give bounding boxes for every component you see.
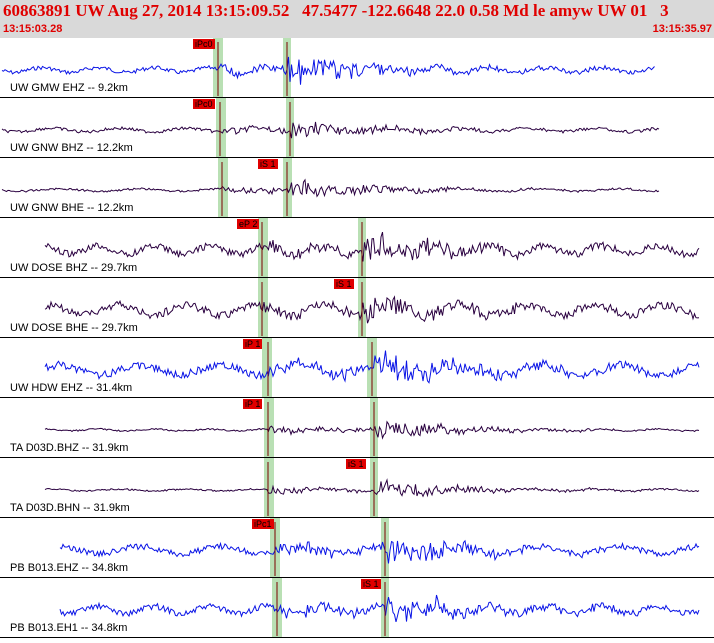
end-time: 13:15:35.97: [652, 23, 712, 35]
waveform-trace: [59, 539, 700, 564]
phase-pick-tag[interactable]: iPc1: [252, 519, 274, 529]
waveform-trace: [1, 56, 655, 85]
phase-pick-tag[interactable]: iPc0: [193, 39, 215, 49]
seismogram-canvas[interactable]: [0, 38, 714, 638]
phase-pick-tag[interactable]: iS 1: [361, 579, 381, 589]
channel-label: TA D03D.BHZ -- 31.9km: [10, 442, 129, 454]
phase-pick-tag[interactable]: iP 1: [243, 399, 263, 409]
waveform-trace: [44, 295, 700, 324]
pick-window-shade: [216, 98, 226, 158]
channel-label: TA D03D.BHN -- 31.9km: [10, 502, 130, 514]
pick-window-shade: [218, 158, 228, 218]
waveform-trace: [44, 231, 700, 262]
channel-label: UW GMW EHZ -- 9.2km: [10, 82, 128, 94]
phase-pick-tag[interactable]: iS 1: [334, 279, 354, 289]
phase-pick-tag[interactable]: iPc0: [193, 99, 215, 109]
waveform-trace: [59, 594, 700, 623]
phase-pick-tag[interactable]: iS 1: [258, 159, 278, 169]
channel-label: PB B013.EHZ -- 34.8km: [10, 562, 128, 574]
event-title: 60863891 UW Aug 27, 2014 13:15:09.52 47.…: [3, 1, 669, 20]
channel-label: UW GNW BHZ -- 12.2km: [10, 142, 133, 154]
waveform-trace: [1, 178, 660, 198]
channel-label: UW HDW EHZ -- 31.4km: [10, 382, 133, 394]
channel-label: PB B013.EH1 -- 34.8km: [10, 622, 128, 634]
start-time: 13:15:03.28: [3, 23, 63, 35]
header-bar: 60863891 UW Aug 27, 2014 13:15:09.52 47.…: [0, 0, 714, 38]
phase-pick-tag[interactable]: eP 2: [237, 219, 260, 229]
waveform-trace: [1, 121, 660, 139]
phase-pick-tag[interactable]: iS 1: [346, 459, 366, 469]
channel-label: UW GNW BHE -- 12.2km: [10, 202, 134, 214]
channel-label: UW DOSE BHE -- 29.7km: [10, 322, 138, 334]
channel-label: UW DOSE BHZ -- 29.7km: [10, 262, 138, 274]
seismogram-panel[interactable]: [0, 38, 714, 643]
phase-pick-tag[interactable]: iP 1: [243, 339, 263, 349]
